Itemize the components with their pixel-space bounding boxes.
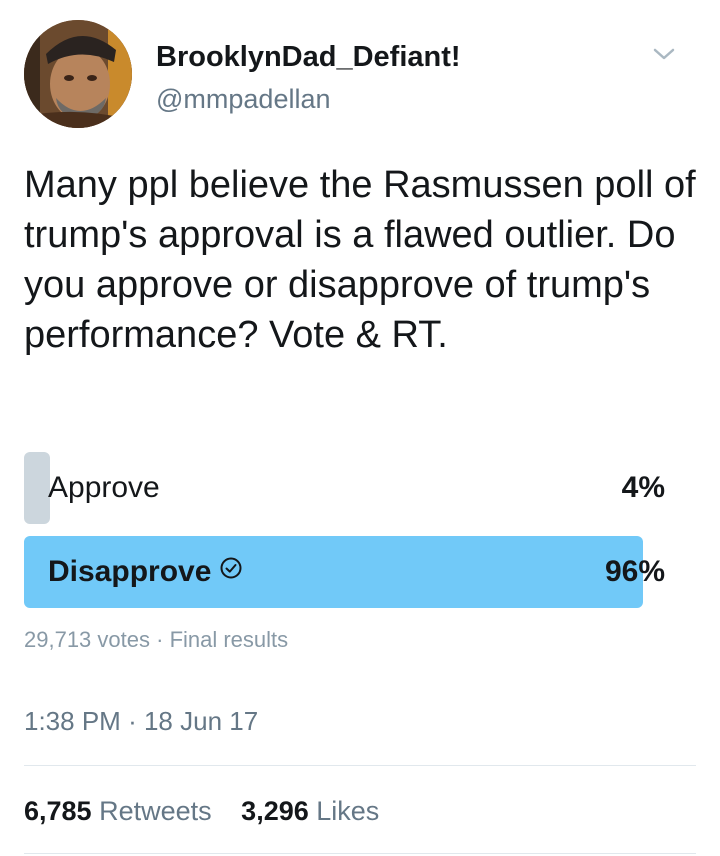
likes-count: 3,296 — [241, 796, 309, 826]
poll-option-percent: 4% — [621, 471, 665, 504]
divider — [24, 853, 696, 854]
user-avatar-icon — [24, 20, 132, 128]
tweet-timestamp[interactable]: 1:38 PM · 18 Jun 17 — [24, 704, 258, 738]
avatar[interactable] — [24, 20, 132, 128]
timestamp-separator: · — [128, 706, 137, 736]
poll-option-approve[interactable]: Approve 4% — [24, 452, 669, 524]
tweet-stats: 6,785 Retweets 3,296 Likes — [24, 794, 379, 828]
poll-results-meta: 29,713 votes · Final results — [24, 624, 288, 656]
poll-vote-count: 29,713 votes — [24, 627, 150, 652]
poll-option-label: Disapprove — [48, 555, 212, 588]
poll-option-percent: 96% — [604, 555, 665, 588]
poll-bar-approve — [24, 452, 50, 524]
tweet-date: 18 Jun 17 — [143, 706, 259, 736]
poll-status: Final results — [169, 627, 289, 652]
chevron-down-icon[interactable] — [652, 44, 676, 64]
check-circle-icon — [219, 535, 243, 607]
poll-option-disapprove[interactable]: Disapprove 96% — [24, 536, 669, 608]
retweets-label: Retweets — [99, 796, 212, 826]
user-handle[interactable]: @mmpadellan — [156, 82, 461, 116]
tweet-header: BrooklynDad_Defiant! @mmpadellan — [24, 20, 696, 132]
divider — [24, 765, 696, 766]
poll-option-label-wrap: Disapprove — [48, 536, 243, 608]
likes-stat[interactable]: 3,296 Likes — [241, 794, 379, 828]
retweets-count: 6,785 — [24, 796, 92, 826]
likes-label: Likes — [316, 796, 380, 826]
poll-meta-separator: · — [156, 627, 164, 652]
tweet-text: Many ppl believe the Rasmussen poll of t… — [24, 164, 696, 356]
poll-option-label: Approve — [48, 471, 160, 504]
display-name[interactable]: BrooklynDad_Defiant! — [156, 40, 461, 74]
author-names: BrooklynDad_Defiant! @mmpadellan — [156, 40, 461, 116]
tweet-time: 1:38 PM — [24, 706, 121, 736]
retweets-stat[interactable]: 6,785 Retweets — [24, 794, 212, 828]
